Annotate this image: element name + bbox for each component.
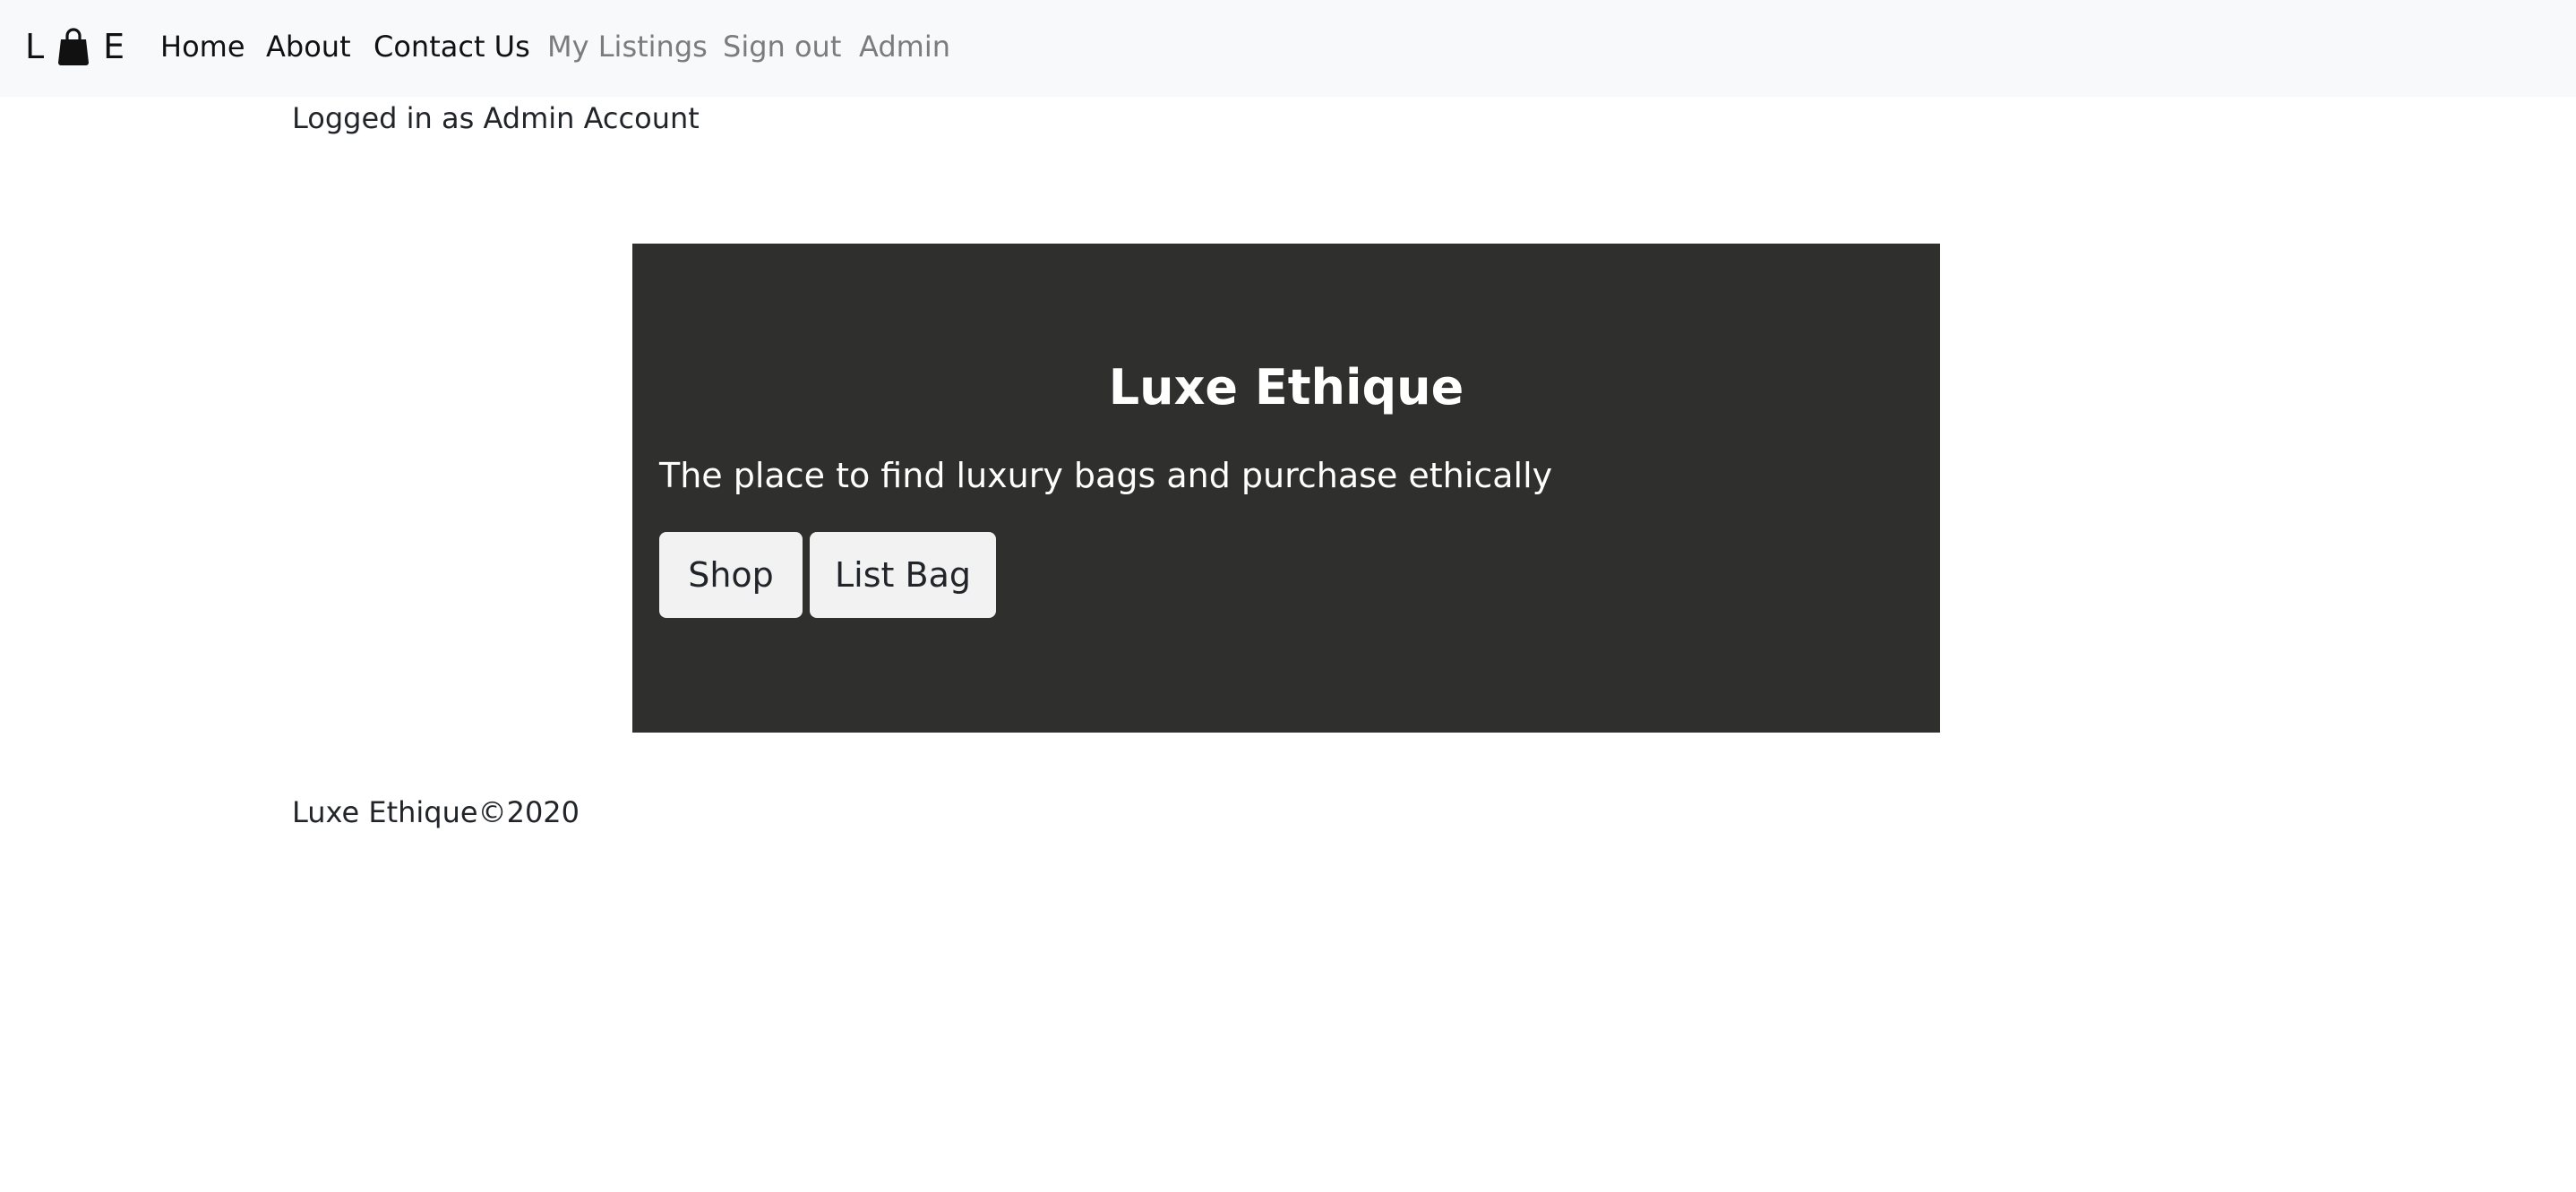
hero-banner: Luxe Ethique The place to find luxury ba… — [632, 244, 1940, 733]
brand-letter-right: E — [103, 27, 125, 66]
nav-home[interactable]: Home — [160, 23, 245, 70]
nav-about[interactable]: About — [266, 23, 351, 70]
nav-sign-out[interactable]: Sign out — [723, 23, 841, 70]
hero-title: Luxe Ethique — [1108, 359, 1464, 416]
handbag-icon — [56, 27, 90, 66]
brand-letter-left: L — [25, 27, 45, 66]
nav-my-listings[interactable]: My Listings — [547, 23, 708, 70]
nav-contact-us[interactable]: Contact Us — [374, 23, 530, 70]
shop-button[interactable]: Shop — [659, 532, 803, 618]
hero-tagline: The place to find luxury bags and purcha… — [659, 456, 1553, 495]
footer-copyright: Luxe Ethique©2020 — [292, 795, 580, 829]
nav-admin[interactable]: Admin — [859, 23, 950, 70]
navbar: L E Home About Contact Us My Listings Si… — [0, 0, 2576, 97]
brand-logo[interactable]: L E — [25, 23, 125, 70]
login-status: Logged in as Admin Account — [292, 101, 700, 135]
list-bag-button[interactable]: List Bag — [810, 532, 996, 618]
